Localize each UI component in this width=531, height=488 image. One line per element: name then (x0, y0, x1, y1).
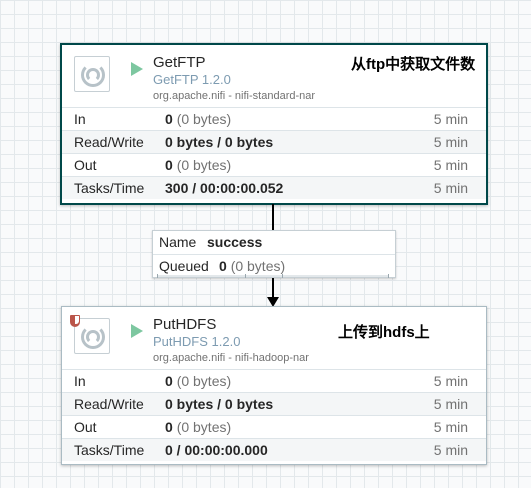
connection-line-top[interactable] (272, 204, 274, 231)
stats-row-out: Out 0 (0 bytes) 5 min (62, 153, 486, 176)
stats-row-readwrite: Read/Write 0 bytes / 0 bytes 5 min (62, 130, 486, 153)
stats-value: 0 (0 bytes) (165, 157, 232, 173)
processor-type: GetFTP 1.2.0 (153, 72, 231, 87)
connection-line-bottom[interactable] (272, 278, 274, 298)
run-status-icon (131, 62, 143, 76)
stats-value: 0 (0 bytes) (165, 111, 232, 127)
stats-label: Out (74, 419, 97, 435)
processor-icon (74, 56, 110, 92)
processor-name: GetFTP (153, 54, 206, 71)
stats-row-in: In 0 (0 bytes) 5 min (62, 107, 486, 130)
connection-name-row: Name success (153, 231, 395, 254)
annotation-note: 从ftp中获取文件数 (351, 56, 476, 73)
stats-label: Read/Write (74, 396, 144, 412)
stats-value: 0 (0 bytes) (165, 419, 232, 435)
stats-label: Read/Write (74, 134, 144, 150)
stats-period: 5 min (433, 373, 468, 389)
stats-row-tasks: Tasks/Time 300 / 00:00:00.052 5 min (62, 176, 486, 199)
stats-value: 300 / 00:00:00.052 (165, 180, 284, 196)
processor-bundle: org.apache.nifi - nifi-standard-nar (153, 90, 316, 102)
stats-label: In (74, 373, 86, 389)
stats-period: 5 min (433, 419, 468, 435)
stats-value: 0 (0 bytes) (165, 373, 232, 389)
stats-value: 0 bytes / 0 bytes (165, 134, 274, 150)
stats-row-out: Out 0 (0 bytes) 5 min (62, 415, 486, 438)
stats-label: Out (74, 157, 97, 173)
stats-period: 5 min (433, 180, 468, 196)
processor-name: PutHDFS (153, 316, 217, 333)
run-status-icon (131, 324, 143, 338)
stats-label: In (74, 111, 86, 127)
queue-progress-bar (157, 274, 389, 278)
processor-bundle: org.apache.nifi - nifi-hadoop-nar (153, 352, 309, 364)
stats-period: 5 min (433, 442, 468, 458)
stats-period: 5 min (433, 111, 468, 127)
stats-row-in: In 0 (0 bytes) 5 min (62, 369, 486, 392)
stats-period: 5 min (433, 134, 468, 150)
stats-value: 0 bytes / 0 bytes (165, 396, 274, 412)
annotation-note: 上传到hdfs上 (338, 324, 430, 341)
stats-label: Tasks/Time (74, 442, 145, 458)
stats-period: 5 min (433, 396, 468, 412)
connection-name-label: Name (159, 234, 197, 250)
connection-label[interactable]: Name success Queued 0 (0 bytes) (152, 230, 396, 278)
stats-label: Tasks/Time (74, 180, 145, 196)
connection-queued-row: Queued 0 (0 bytes) (153, 254, 395, 278)
stats-value: 0 / 00:00:00.000 (165, 442, 268, 458)
connection-name-value: success (207, 234, 263, 250)
stats-row-tasks: Tasks/Time 0 / 00:00:00.000 5 min (62, 438, 486, 461)
processor-type: PutHDFS 1.2.0 (153, 334, 241, 349)
restricted-shield-icon (70, 315, 80, 327)
stats-period: 5 min (433, 157, 468, 173)
stats-row-readwrite: Read/Write 0 bytes / 0 bytes 5 min (62, 392, 486, 415)
